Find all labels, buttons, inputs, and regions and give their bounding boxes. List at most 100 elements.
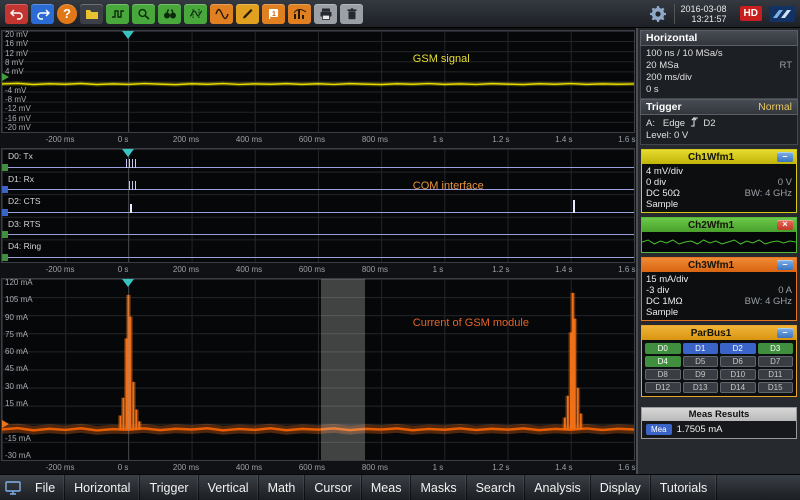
bus-bit-badge[interactable]: D0 (645, 343, 681, 354)
trigger-position-marker[interactable] (122, 279, 134, 287)
menu-item[interactable]: Trigger (140, 475, 198, 500)
bus-bit-badge[interactable]: D14 (720, 382, 756, 393)
bottom-menu-bar: FileHorizontalTriggerVerticalMathCursorM… (0, 474, 800, 500)
ch2-signal-widget[interactable]: Ch2Wfm1 × (641, 217, 797, 253)
trash-icon (345, 8, 359, 20)
digital-channel-marker (2, 164, 8, 171)
ch1-widget-title: Ch1Wfm1 (645, 152, 777, 163)
bus-bit-badge[interactable]: D8 (645, 369, 681, 380)
bus-bit-badge[interactable]: D1 (683, 343, 719, 354)
bus-bit-badge[interactable]: D2 (720, 343, 756, 354)
svg-text:1: 1 (272, 10, 276, 17)
acquisition-mode: RT (780, 60, 793, 72)
bus-bit-badge[interactable]: D6 (720, 356, 756, 367)
redo-button[interactable] (31, 4, 54, 24)
ch3-offset-marker[interactable] (2, 420, 9, 428)
bus-bit-badge[interactable]: D7 (758, 356, 794, 367)
digital-channel-row[interactable]: D3: RTS (2, 217, 634, 240)
digital-trace (2, 257, 634, 258)
ch3-signal-widget[interactable]: Ch3Wfm1 – 15 mA/div -3 div0 A DC 1MΩBW: … (641, 257, 797, 321)
menu-item[interactable]: Math (259, 475, 306, 500)
menu-item[interactable]: Masks (411, 475, 466, 500)
digital-channel-row[interactable]: D1: Rx (2, 172, 634, 195)
menu-item[interactable]: Horizontal (65, 475, 140, 500)
zoom-button[interactable] (132, 4, 155, 24)
analog-grid-ch1[interactable]: 20 mV16 mV12 mV8 mV4 mV-4 mV-8 mV-12 mV-… (0, 28, 636, 146)
bus-bit-badge[interactable]: D15 (758, 382, 794, 393)
digital-activity-pulse (573, 200, 575, 213)
cursor-measure-button[interactable] (184, 4, 207, 24)
menu-item[interactable]: Tutorials (651, 475, 717, 500)
mask-edit-button[interactable] (236, 4, 259, 24)
digital-plot[interactable]: D0: Tx D1: Rx D2: CTS (1, 148, 635, 263)
time-text: 13:21:57 (681, 14, 727, 24)
meas-results-widget[interactable]: Meas Results Mea 1.7505 mA (641, 407, 797, 439)
menu-item[interactable]: Search (467, 475, 526, 500)
annotation-gsm-signal: GSM signal (413, 53, 470, 65)
sine-wave-icon (215, 8, 229, 20)
digital-activity-burst (129, 181, 136, 190)
minimize-button[interactable]: – (777, 152, 793, 162)
display-menu-button[interactable] (0, 475, 26, 500)
minimize-button[interactable]: – (777, 260, 793, 270)
menu-item[interactable]: Vertical (199, 475, 259, 500)
menu-item[interactable]: Analysis (525, 475, 591, 500)
autoset-button[interactable] (106, 4, 129, 24)
printer-icon (319, 8, 333, 20)
ch3-plot[interactable]: 120 mA105 mA90 mA75 mA60 mA45 mA30 mA15 … (1, 278, 635, 461)
ch1-plot[interactable]: 20 mV16 mV12 mV8 mV4 mV-4 mV-8 mV-12 mV-… (1, 30, 635, 133)
trigger-position-marker[interactable] (122, 31, 134, 39)
menu-item[interactable]: Cursor (305, 475, 362, 500)
digital-channel-label: D3: RTS (8, 219, 40, 229)
time-axis-label: 400 ms (218, 462, 281, 474)
digital-channel-label: D2: CTS (8, 196, 41, 206)
bus-bit-badge[interactable]: D11 (758, 369, 794, 380)
digital-time-axis: -200 ms0 s200 ms400 ms600 ms800 ms1 s1.2… (29, 264, 659, 276)
time-axis-label: 1.4 s (532, 264, 595, 276)
bus-bit-badge[interactable]: D4 (645, 356, 681, 367)
bus-bit-badge[interactable]: D5 (683, 356, 719, 367)
digital-trace (2, 234, 634, 235)
delete-button[interactable] (340, 4, 363, 24)
digital-channel-row[interactable]: D0: Tx (2, 149, 634, 172)
bus-bit-badge[interactable]: D13 (683, 382, 719, 393)
digital-activity-pulse (130, 204, 132, 213)
time-axis-label: 1 s (406, 134, 469, 146)
print-button[interactable] (314, 4, 337, 24)
horizontal-panel[interactable]: Horizontal 100 ns / 10 MSa/s 20 MSaRT 20… (640, 30, 798, 99)
generator-button[interactable] (210, 4, 233, 24)
analog-grid-ch3[interactable]: 120 mA105 mA90 mA75 mA60 mA45 mA30 mA15 … (0, 276, 636, 474)
digital-grid[interactable]: D0: Tx D1: Rx D2: CTS (0, 146, 636, 276)
menu-item[interactable]: File (26, 475, 65, 500)
ch2-offset-marker[interactable] (2, 73, 9, 81)
spectrum-button[interactable] (288, 4, 311, 24)
minimize-button[interactable]: – (777, 328, 793, 338)
ch1-signal-widget[interactable]: Ch1Wfm1 – 4 mV/div 0 div0 V DC 50ΩBW: 4 … (641, 149, 797, 213)
open-file-button[interactable] (80, 4, 103, 24)
menu-item[interactable]: Display (591, 475, 651, 500)
search-button[interactable] (158, 4, 181, 24)
monitor-icon (5, 481, 21, 495)
digital-channel-row[interactable]: D2: CTS (2, 194, 634, 217)
bus-bit-badge[interactable]: D3 (758, 343, 794, 354)
resolution-value: 100 ns / 10 MSa/s (646, 48, 723, 60)
bus-bit-badge[interactable]: D10 (720, 369, 756, 380)
settings-button[interactable] (645, 6, 671, 22)
undo-button[interactable] (5, 4, 28, 24)
menu-item[interactable]: Meas (362, 475, 412, 500)
trigger-position-line (128, 31, 129, 132)
time-axis-label: 400 ms (218, 264, 281, 276)
close-button[interactable]: × (777, 220, 793, 230)
trigger-position-marker[interactable] (122, 149, 134, 157)
help-button[interactable]: ? (57, 4, 77, 24)
waveform-display-area[interactable]: 20 mV16 mV12 mV8 mV4 mV-4 mV-8 mV-12 mV-… (0, 28, 636, 474)
time-axis-label: 1 s (406, 462, 469, 474)
digital-channel-row[interactable]: D4: Ring (2, 239, 634, 262)
parallel-bus-widget[interactable]: ParBus1 – D0D1D2D3D4D5D6D7D8D9D10D11D12D… (641, 325, 797, 397)
measurement-gate-region[interactable] (321, 279, 365, 460)
trigger-panel[interactable]: Trigger Normal A: Edge D2 Level: 0 V (640, 99, 798, 145)
bus-bit-badge[interactable]: D12 (645, 382, 681, 393)
event-flag-button[interactable]: 1 (262, 4, 285, 24)
digital-activity-burst (126, 159, 136, 168)
bus-bit-badge[interactable]: D9 (683, 369, 719, 380)
